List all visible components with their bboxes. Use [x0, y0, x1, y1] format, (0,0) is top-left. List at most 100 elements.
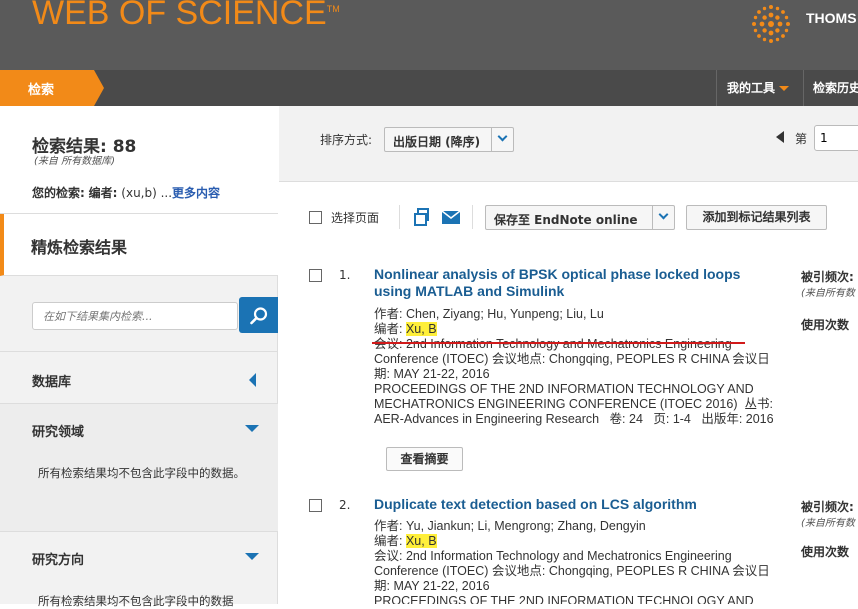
your-search-value: (xu,b) ... [121, 186, 173, 200]
editors-label: 编者: [374, 322, 403, 336]
save-to-dropdown[interactable]: 保存至 EndNote online [485, 205, 675, 230]
pages-label: 页: [653, 412, 670, 426]
filter-section-research-direction: 研究方向 所有检索结果均不包含此字段中的数据 [0, 531, 278, 608]
editors-line: 编者: Xu, B [374, 534, 779, 549]
email-icon[interactable] [442, 211, 460, 224]
search-history-link[interactable]: 检索历史 [803, 70, 858, 106]
result-record: 2. Duplicate text detection based on LCS… [279, 496, 858, 604]
record-checkbox[interactable] [309, 499, 322, 512]
cited-count-label: 被引频次: [801, 500, 854, 514]
cited-source: (来自所有数 [801, 288, 855, 299]
logo-tm: TM [326, 4, 340, 14]
record-number: 2. [339, 498, 351, 512]
series-label: 丛书: [744, 397, 773, 411]
conference-date: MAY 21-22, 2016 [393, 579, 490, 593]
series: AER-Advances in Engineering Research [374, 412, 600, 426]
result-source: (来自 所有数据库) [34, 156, 115, 167]
search-summary: 检索结果: 88 (来自 所有数据库) 您的检索: 编者: (xu,b) ...… [0, 106, 278, 214]
pages: 1-4 [672, 412, 691, 426]
sort-value: 出版日期 (降序) [393, 135, 481, 149]
section-note: 所有检索结果均不包含此字段中的数据。 [38, 466, 245, 480]
section-title: 研究方向 [32, 553, 85, 568]
cited-count-label: 被引频次: [801, 270, 854, 284]
authors-label: 作者: [374, 519, 403, 533]
volume-label: 卷: [609, 412, 626, 426]
editors-line: 编者: Xu, B [374, 322, 779, 337]
expand-down-icon[interactable] [245, 425, 259, 432]
your-search: 您的检索: 编者: (xu,b) ...更多内容 [32, 184, 220, 201]
year-label: 出版年: [701, 412, 743, 426]
refine-search-box [32, 302, 238, 330]
caret-down-icon [779, 86, 790, 91]
more-content-link[interactable]: 更多内容 [172, 186, 220, 200]
refine-search-button[interactable] [239, 297, 278, 333]
result-record: 1. Nonlinear analysis of BPSK optical ph… [279, 266, 858, 486]
tab-search[interactable]: 检索 [0, 70, 104, 106]
sort-arrow [491, 128, 513, 151]
record-title-link[interactable]: Duplicate text detection based on LCS al… [374, 496, 764, 513]
conference-location-label: 会议地点: [491, 564, 546, 578]
record-checkbox[interactable] [309, 269, 322, 282]
source-line: PROCEEDINGS OF THE 2ND INFORMATION TECHN… [374, 382, 779, 427]
record-details: 作者: Yu, Jiankun; Li, Mengrong; Zhang, De… [374, 519, 779, 604]
conference-location-label: 会议地点: [491, 352, 546, 366]
sort-dropdown[interactable]: 出版日期 (降序) [384, 127, 514, 152]
authors: Chen, Ziyang; Hu, Yunpeng; Liu, Lu [405, 307, 604, 321]
filter-section-research-area: 研究领域 所有检索结果均不包含此字段中的数据。 [0, 403, 278, 531]
print-icon[interactable] [414, 208, 432, 226]
wos-logo[interactable]: WEB OF SCIENCETM [32, 0, 340, 33]
conference-label: 会议: [374, 549, 403, 563]
prev-page-icon[interactable] [776, 131, 784, 143]
my-tools-label: 我的工具 [727, 81, 776, 95]
thomson-reuters-logo-icon [752, 5, 790, 43]
sort-label: 排序方式: [320, 133, 373, 147]
page-number-input[interactable] [814, 125, 858, 151]
proceedings-title: PROCEEDINGS OF THE 2ND INFORMATION TECHN… [374, 382, 754, 411]
chevron-down-icon [658, 209, 669, 220]
nav-bar: 检索 我的工具 检索历史 [0, 70, 858, 106]
record-title-link[interactable]: Nonlinear analysis of BPSK optical phase… [374, 266, 764, 300]
section-title: 研究领域 [32, 425, 85, 440]
filter-section-database[interactable]: 数据库 [0, 351, 278, 403]
source-line: PROCEEDINGS OF THE 2ND INFORMATION TECHN… [374, 594, 779, 604]
authors-line: 作者: Yu, Jiankun; Li, Mengrong; Zhang, De… [374, 519, 779, 534]
brand-text: THOMS [806, 10, 857, 26]
year: 2016 [745, 412, 774, 426]
authors: Yu, Jiankun; Li, Mengrong; Zhang, Dengyi… [405, 519, 646, 533]
volume: 24 [629, 412, 643, 426]
conference-date: MAY 21-22, 2016 [393, 367, 490, 381]
my-tools-menu[interactable]: 我的工具 [716, 70, 790, 106]
conference-line: 会议: 2nd Information Technology and Mecha… [374, 549, 779, 594]
search-icon [250, 307, 268, 325]
your-search-field: 编者: [88, 186, 118, 200]
authors-label: 作者: [374, 307, 403, 321]
chevron-down-icon [497, 131, 508, 142]
refine-title: 精炼检索结果 [31, 238, 128, 257]
record-details: 作者: Chen, Ziyang; Hu, Yunpeng; Liu, Lu 编… [374, 307, 779, 427]
expand-down-icon[interactable] [245, 553, 259, 560]
cited-source: (来自所有数 [801, 518, 855, 529]
proceedings-title: PROCEEDINGS OF THE 2ND INFORMATION TECHN… [374, 594, 754, 604]
annotation-underline [372, 342, 745, 344]
usage-count-label: 使用次数 [801, 318, 850, 332]
usage-count-label: 使用次数 [801, 545, 850, 559]
top-header: WEB OF SCIENCETM THOMS [0, 0, 858, 70]
refine-search-input[interactable] [33, 303, 233, 329]
your-search-label: 您的检索: [32, 186, 85, 200]
editors-highlight: Xu, B [405, 322, 437, 336]
results-toolbar: 选择页面 保存至 EndNote online 添加到标记结果列表 [279, 183, 858, 251]
add-to-marked-list-button[interactable]: 添加到标记结果列表 [686, 205, 827, 230]
select-page-checkbox[interactable] [309, 211, 322, 224]
page-label: 第 [795, 132, 808, 146]
editors-label: 编者: [374, 534, 403, 548]
editors-highlight: Xu, B [405, 534, 437, 548]
collapse-left-icon[interactable] [249, 373, 256, 387]
record-number: 1. [339, 268, 351, 282]
conference-location: Chongqing, PEOPLES R CHINA [548, 352, 729, 366]
view-abstract-button[interactable]: 查看摘要 [386, 447, 463, 471]
conference-location: Chongqing, PEOPLES R CHINA [548, 564, 729, 578]
logo-text: WEB OF SCIENCE [32, 0, 327, 32]
results-main: 排序方式: 出版日期 (降序) 第 选择页面 保存至 EndNote onlin… [279, 106, 858, 604]
save-to-arrow [652, 206, 674, 229]
refine-results-header: 精炼检索结果 [0, 214, 278, 276]
